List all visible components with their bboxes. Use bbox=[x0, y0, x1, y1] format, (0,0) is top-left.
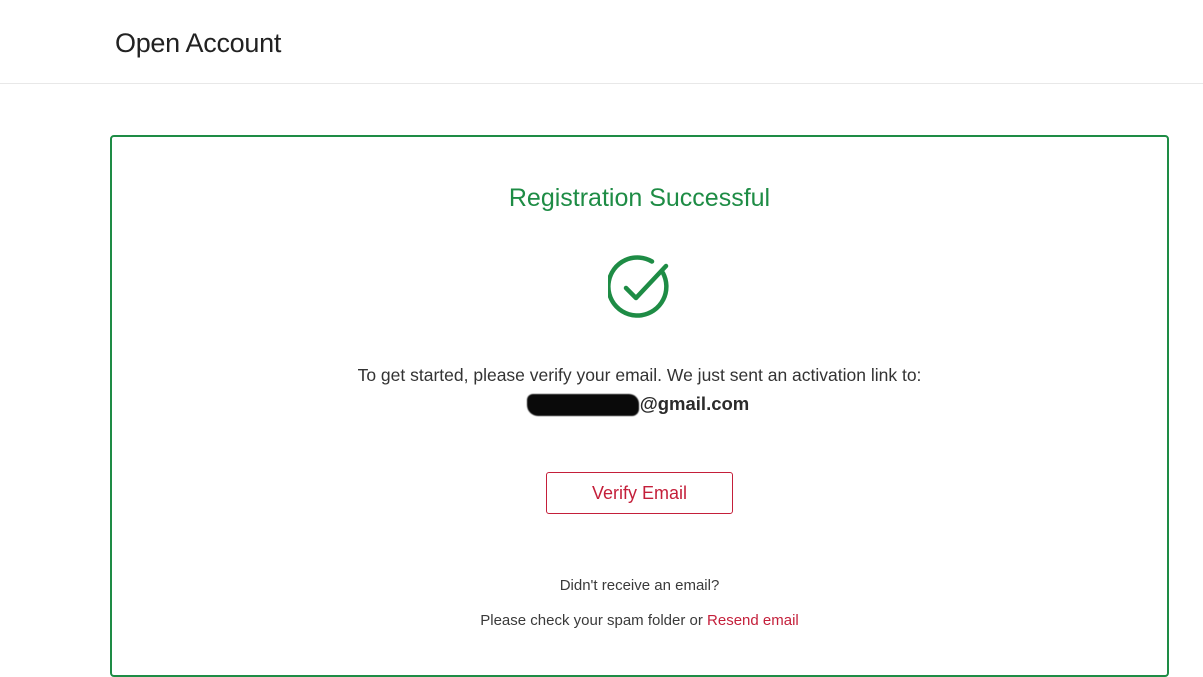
email-domain: @gmail.com bbox=[639, 393, 750, 414]
success-title: Registration Successful bbox=[508, 184, 771, 212]
verify-email-button[interactable]: Verify Email bbox=[546, 472, 733, 514]
registration-success-card: Registration Successful To get started, … bbox=[110, 135, 1169, 677]
registered-email: @gmail.com bbox=[112, 393, 1167, 416]
resend-email-link[interactable]: Resend email bbox=[707, 612, 799, 629]
verification-instruction: To get started, please verify your email… bbox=[357, 365, 922, 385]
email-address: @gmail.com bbox=[526, 393, 750, 416]
page-header: Open Account bbox=[0, 0, 1203, 84]
page-title: Open Account bbox=[115, 28, 282, 58]
no-email-prompt: Didn't receive an email? bbox=[559, 577, 720, 594]
check-circle-icon bbox=[608, 255, 669, 318]
redaction-mark bbox=[526, 394, 639, 416]
spam-hint-text: Please check your spam folder or bbox=[480, 612, 703, 629]
spam-folder-hint: Please check your spam folder or Resend … bbox=[112, 612, 1167, 629]
